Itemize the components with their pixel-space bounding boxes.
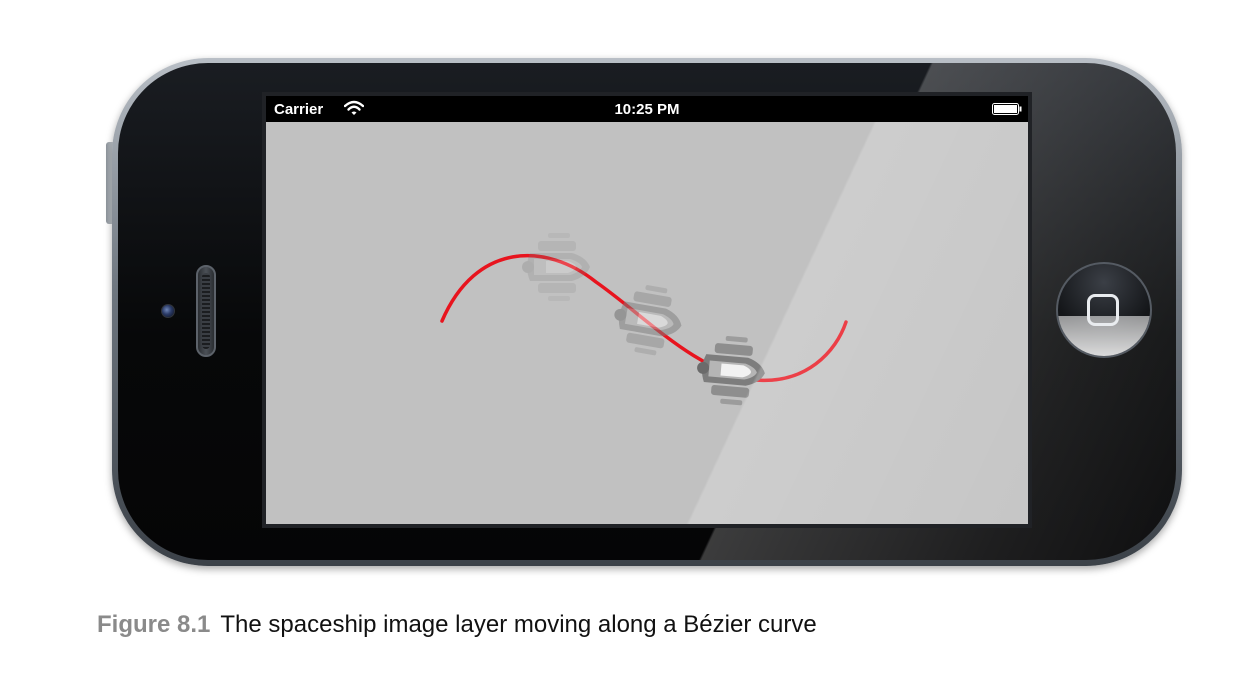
spaceship-icon [694, 333, 768, 408]
figure-label: Figure 8.1 [97, 611, 211, 638]
home-button[interactable] [1056, 262, 1152, 358]
figure-text: The spaceship image layer moving along a… [220, 611, 817, 638]
home-square-icon [1087, 294, 1119, 326]
front-camera-icon [161, 304, 175, 318]
animation-scene [440, 233, 848, 408]
speaker-grill [196, 265, 216, 357]
status-bar: Carrier 10:25 PM [266, 96, 1028, 122]
battery-icon [992, 103, 1022, 115]
status-time: 10:25 PM [614, 101, 680, 118]
spaceship-icon [608, 280, 688, 360]
spaceship-icon [522, 233, 590, 301]
app-view [266, 122, 1028, 524]
device-screen: Carrier 10:25 PM [262, 92, 1032, 528]
figure-caption: Figure 8.1 The spaceship image layer movi… [97, 611, 817, 639]
